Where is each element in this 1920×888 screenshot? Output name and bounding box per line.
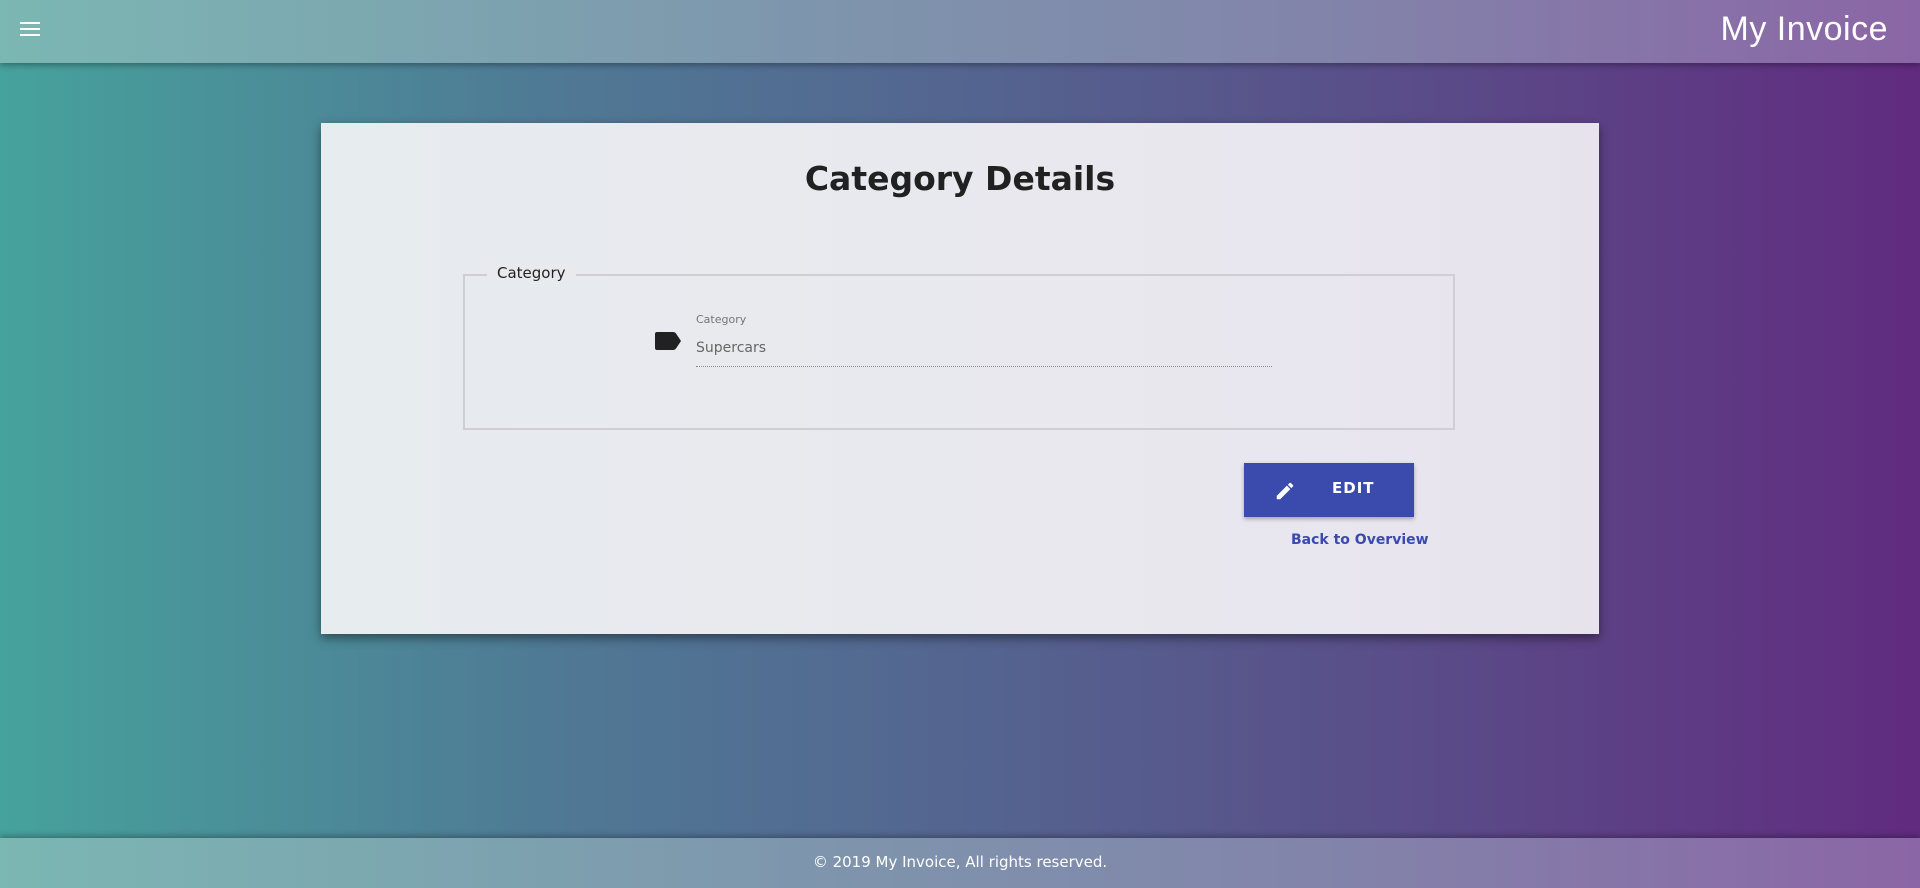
tag-icon: [655, 332, 681, 350]
category-field[interactable]: [696, 336, 1272, 367]
pencil-icon: [1276, 482, 1294, 500]
app-title: My Invoice: [1720, 10, 1888, 48]
fieldset-legend: Category: [487, 264, 576, 282]
edit-button-label: EDIT: [1332, 479, 1375, 497]
edit-button[interactable]: EDIT: [1244, 463, 1414, 517]
category-fieldset: Category Category: [463, 264, 1455, 430]
top-app-bar: My Invoice: [0, 0, 1920, 63]
footer-copyright: © 2019 My Invoice, All rights reserved.: [812, 853, 1108, 871]
hamburger-menu-icon[interactable]: [20, 22, 40, 38]
footer: © 2019 My Invoice, All rights reserved.: [0, 838, 1920, 888]
category-details-card: Category Details Category Category EDIT …: [321, 123, 1599, 634]
back-to-overview-link[interactable]: Back to Overview: [1291, 532, 1429, 548]
category-field-label: Category: [696, 313, 747, 326]
page-title: Category Details: [804, 159, 1116, 198]
